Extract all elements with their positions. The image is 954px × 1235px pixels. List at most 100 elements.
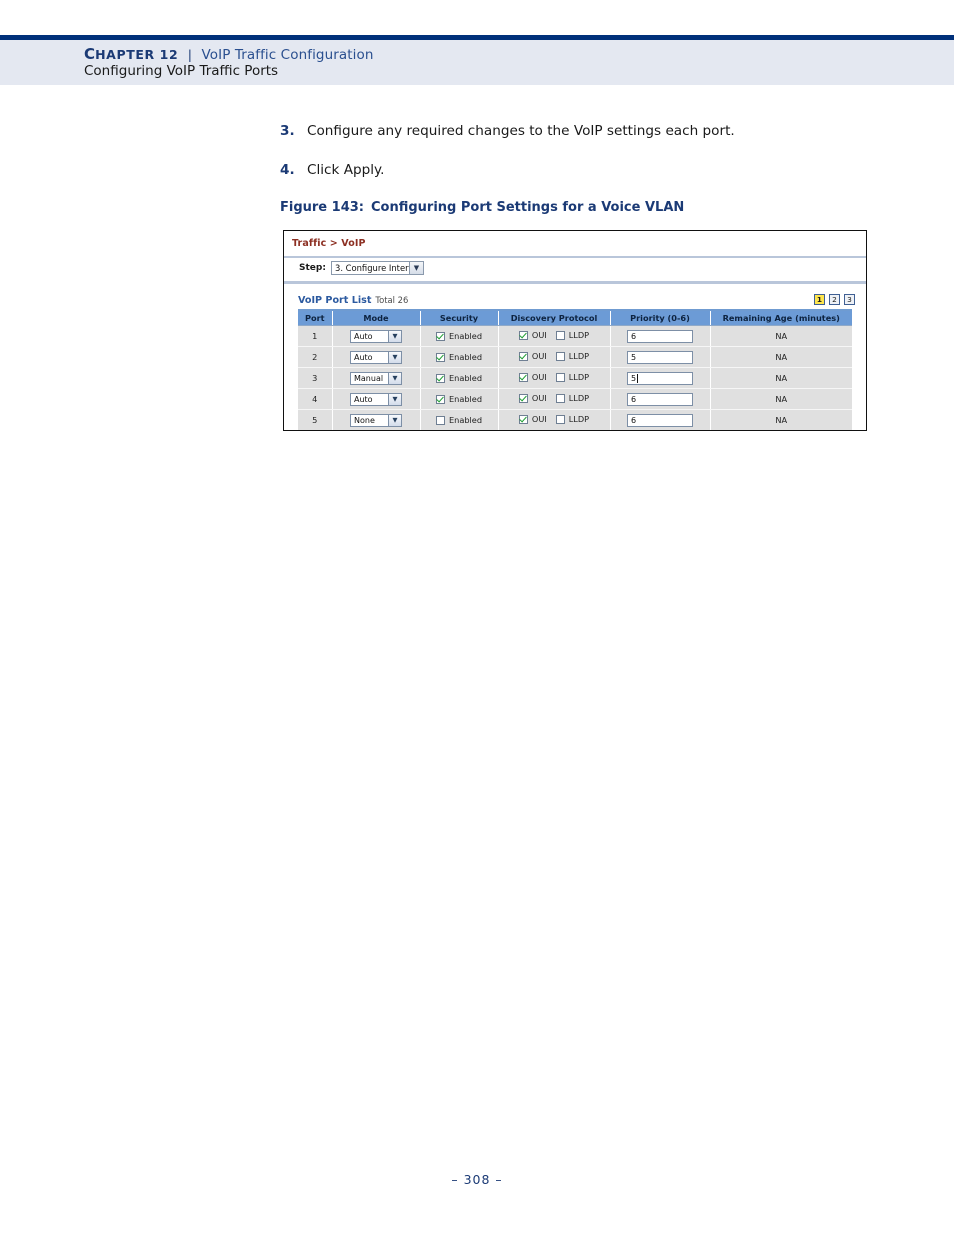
cell-remaining-age: NA: [710, 325, 852, 347]
port-list-heading: VoIP Port List Total 26: [298, 295, 408, 306]
discovery-lldp-label: LLDP: [568, 414, 590, 425]
security-enabled-group: Enabled: [435, 331, 483, 342]
priority-input[interactable]: 6: [627, 413, 693, 427]
discovery-lldp-checkbox[interactable]: [555, 414, 565, 424]
pagination-page-1[interactable]: 1: [814, 294, 825, 305]
port-list-title: VoIP Port List: [298, 295, 372, 306]
discovery-lldp-group: LLDP: [555, 351, 590, 362]
figure-title: Configuring Port Settings for a Voice VL…: [371, 200, 685, 215]
cell-remaining-age: NA: [710, 367, 852, 389]
app-breadcrumb: Traffic > VoIP: [292, 238, 366, 249]
pagination-page-3[interactable]: 3: [844, 294, 855, 305]
priority-input[interactable]: 6: [627, 392, 693, 406]
breadcrumb-separator: |: [187, 47, 193, 62]
step-field-label: Step:: [299, 263, 326, 273]
security-enabled-checkbox[interactable]: [435, 373, 445, 383]
discovery-lldp-checkbox[interactable]: [555, 372, 565, 382]
security-enabled-label: Enabled: [448, 394, 483, 405]
chevron-down-icon[interactable]: ▼: [409, 262, 423, 274]
cell-port: 4: [298, 388, 333, 410]
mode-select[interactable]: Manual ▼: [350, 371, 402, 385]
chapter-label-initial: C: [84, 45, 96, 63]
discovery-lldp-group: LLDP: [555, 393, 590, 404]
page-footer: – 308 –: [451, 1172, 503, 1187]
discovery-oui-checkbox[interactable]: [518, 414, 528, 424]
chevron-down-icon[interactable]: ▼: [388, 414, 401, 426]
cell-mode: Manual ▼: [332, 367, 421, 389]
cell-security: Enabled: [420, 367, 499, 389]
discovery-lldp-group: LLDP: [555, 372, 590, 383]
chapter-breadcrumb: CHAPTER 12 | VoIP Traffic Configuration: [84, 45, 374, 63]
step-text: Click Apply.: [307, 162, 385, 178]
security-enabled-checkbox[interactable]: [435, 415, 445, 425]
security-enabled-label: Enabled: [448, 352, 483, 363]
chevron-down-icon[interactable]: ▼: [388, 372, 401, 384]
security-enabled-checkbox[interactable]: [435, 352, 445, 362]
cell-priority: 5: [610, 367, 711, 389]
discovery-oui-checkbox[interactable]: [518, 330, 528, 340]
cell-priority: 5: [610, 346, 711, 368]
discovery-lldp-label: LLDP: [568, 351, 590, 362]
mode-select-value: Manual: [354, 373, 384, 383]
discovery-oui-checkbox[interactable]: [518, 372, 528, 382]
column-header-security: Security: [420, 311, 499, 326]
table-row: 1 Auto ▼ Enabled OUI LLDP 6 NA: [298, 325, 852, 347]
security-enabled-group: Enabled: [435, 352, 483, 363]
column-header-remaining-age: Remaining Age (minutes): [710, 311, 852, 326]
discovery-lldp-label: LLDP: [568, 372, 590, 383]
mode-select-value: Auto: [354, 352, 373, 362]
cell-discovery-protocol: OUI LLDP: [498, 388, 611, 410]
step-item-3: 3. Configure any required changes to the …: [280, 123, 735, 139]
security-enabled-checkbox[interactable]: [435, 394, 445, 404]
cell-mode: Auto ▼: [332, 325, 421, 347]
security-enabled-label: Enabled: [448, 331, 483, 342]
step-select[interactable]: 3. Configure Interface ▼: [331, 261, 424, 275]
cell-security: Enabled: [420, 388, 499, 410]
table-header-row: Port Mode Security Discovery Protocol Pr…: [298, 311, 852, 326]
discovery-lldp-checkbox[interactable]: [555, 351, 565, 361]
discovery-oui-label: OUI: [531, 393, 547, 404]
column-header-discovery-protocol: Discovery Protocol: [498, 311, 611, 326]
figure-label: Figure 143:: [280, 200, 364, 215]
cell-port: 2: [298, 346, 333, 368]
discovery-oui-group: OUI: [518, 372, 547, 382]
chevron-down-icon[interactable]: ▼: [388, 330, 401, 342]
discovery-lldp-label: LLDP: [568, 330, 590, 341]
discovery-lldp-checkbox[interactable]: [555, 330, 565, 340]
content-gap: [284, 284, 866, 294]
discovery-oui-checkbox[interactable]: [518, 393, 528, 403]
cell-discovery-protocol: OUI LLDP: [498, 325, 611, 347]
priority-input[interactable]: 5: [627, 350, 693, 364]
table-row: 4 Auto ▼ Enabled OUI LLDP 6 NA: [298, 388, 852, 410]
chapter-title: VoIP Traffic Configuration: [201, 47, 374, 63]
mode-select[interactable]: Auto ▼: [350, 329, 402, 343]
security-enabled-label: Enabled: [448, 415, 483, 426]
mode-select[interactable]: None ▼: [350, 413, 402, 427]
security-enabled-group: Enabled: [435, 394, 483, 405]
chevron-down-icon[interactable]: ▼: [388, 393, 401, 405]
discovery-lldp-checkbox[interactable]: [555, 393, 565, 403]
section-title: Configuring VoIP Traffic Ports: [84, 63, 279, 79]
discovery-oui-group: OUI: [518, 351, 547, 361]
priority-input[interactable]: 5: [627, 371, 693, 385]
mode-select[interactable]: Auto ▼: [350, 392, 402, 406]
cell-priority: 6: [610, 325, 711, 347]
pagination-page-2[interactable]: 2: [829, 294, 840, 305]
discovery-lldp-label: LLDP: [568, 393, 590, 404]
priority-input[interactable]: 6: [627, 329, 693, 343]
mode-select-value: Auto: [354, 394, 373, 404]
step-text: Configure any required changes to the Vo…: [307, 123, 735, 139]
pagination[interactable]: 1 2 3: [814, 294, 855, 305]
discovery-oui-checkbox[interactable]: [518, 351, 528, 361]
security-enabled-checkbox[interactable]: [435, 331, 445, 341]
discovery-oui-group: OUI: [518, 393, 547, 404]
cell-remaining-age: NA: [710, 409, 852, 430]
discovery-oui-group: OUI: [518, 414, 547, 424]
discovery-protocol-group: OUI LLDP: [518, 372, 590, 383]
discovery-protocol-group: OUI LLDP: [518, 393, 590, 404]
column-header-mode: Mode: [332, 311, 421, 326]
mode-select[interactable]: Auto ▼: [350, 350, 402, 364]
column-header-port: Port: [298, 311, 333, 326]
voip-port-table: Port Mode Security Discovery Protocol Pr…: [298, 311, 852, 430]
chevron-down-icon[interactable]: ▼: [388, 351, 401, 363]
